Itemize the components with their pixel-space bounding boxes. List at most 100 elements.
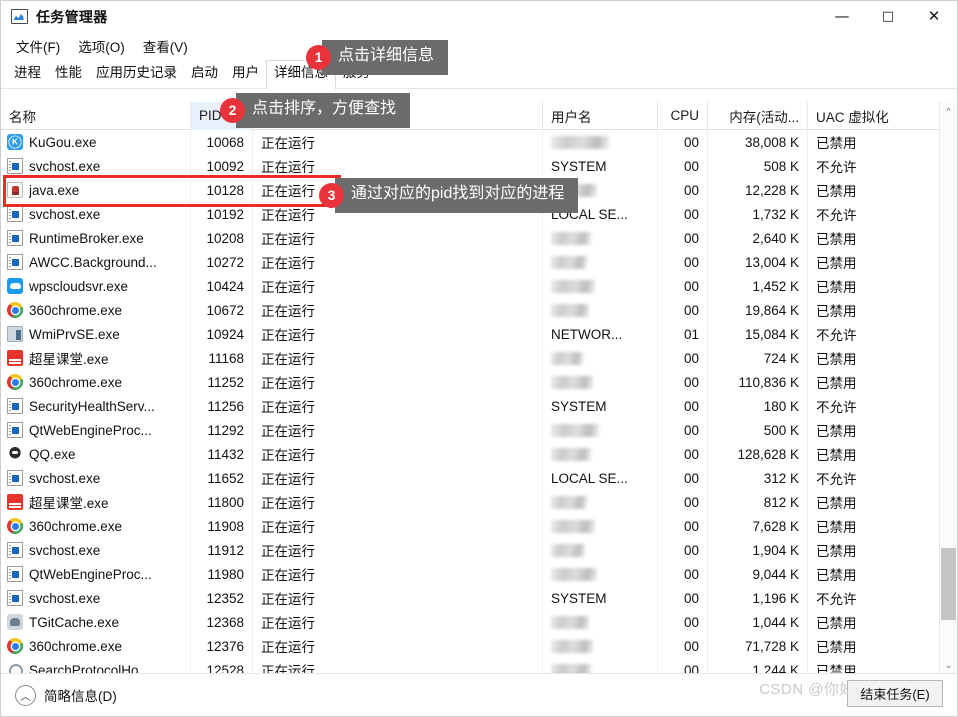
cell-pid: 11908 <box>191 514 253 538</box>
minimize-button[interactable]: — <box>819 1 865 32</box>
cell-memory: 1,044 K <box>708 610 808 634</box>
end-task-button[interactable]: 结束任务(E) <box>847 680 943 707</box>
cell-status: 正在运行 <box>253 514 543 538</box>
title-bar-left: 任务管理器 <box>1 7 108 27</box>
scroll-up-arrow-icon[interactable]: ^ <box>940 102 957 119</box>
process-name-label: QQ.exe <box>29 446 76 462</box>
title-bar: 任务管理器 — □ ✕ <box>1 1 957 32</box>
cell-process-name: TGitCache.exe <box>1 610 191 634</box>
tab-app-history[interactable]: 应用历史记录 <box>89 61 184 88</box>
scrollbar-thumb[interactable] <box>941 548 956 620</box>
cell-memory: 812 K <box>708 490 808 514</box>
cell-process-name: QtWebEngineProc... <box>1 562 191 586</box>
fewer-details-button[interactable]: ︿ 简略信息(D) <box>1 684 117 706</box>
table-row[interactable]: svchost.exe 10092 正在运行 SYSTEM 00 508 K 不允许 <box>1 154 957 178</box>
cell-process-name: 360chrome.exe <box>1 634 191 658</box>
cell-username <box>543 298 658 322</box>
cell-status: 正在运行 <box>253 418 543 442</box>
tab-startup[interactable]: 启动 <box>184 61 225 88</box>
cell-cpu: 00 <box>658 250 708 274</box>
vertical-scrollbar[interactable]: ^ ⌄ <box>939 102 956 674</box>
cell-memory: 508 K <box>708 154 808 178</box>
menu-item-view[interactable]: 查看(V) <box>136 33 195 59</box>
redacted-username <box>551 543 585 557</box>
cell-process-name: 超星课堂.exe <box>1 490 191 514</box>
annotation-1-badge: 1 <box>306 44 331 70</box>
column-header-memory[interactable]: 内存(活动... <box>708 102 808 130</box>
cell-username: SYSTEM <box>543 154 658 178</box>
cell-status: 正在运行 <box>253 562 543 586</box>
cell-memory: 2,640 K <box>708 226 808 250</box>
cell-memory: 1,452 K <box>708 274 808 298</box>
scroll-down-arrow-icon[interactable]: ⌄ <box>940 657 957 674</box>
table-row[interactable]: TGitCache.exe 12368 正在运行 00 1,044 K 已禁用 <box>1 610 957 634</box>
chevron-up-icon: ︿ <box>15 684 36 706</box>
cell-memory: 7,628 K <box>708 514 808 538</box>
cell-status: 正在运行 <box>253 250 543 274</box>
cell-status: 正在运行 <box>253 154 543 178</box>
tab-performance[interactable]: 性能 <box>48 61 89 88</box>
table-row[interactable]: svchost.exe 12352 正在运行 SYSTEM 00 1,196 K 不允许 <box>1 586 957 610</box>
column-header-cpu[interactable]: CPU <box>658 102 708 130</box>
cell-memory: 1,244 K <box>708 658 808 674</box>
cell-uac: 已禁用 <box>816 280 857 295</box>
table-row[interactable]: 360chrome.exe 11908 正在运行 00 7,628 K 已禁用 <box>1 514 957 538</box>
table-row[interactable]: AWCC.Background... 10272 正在运行 00 13,004 K 已禁用 <box>1 250 957 274</box>
cell-uac: 已禁用 <box>816 496 857 511</box>
column-header-name[interactable]: 名称 <box>1 102 191 130</box>
cell-cpu: 00 <box>658 370 708 394</box>
process-name-label: 360chrome.exe <box>29 374 123 390</box>
tab-users[interactable]: 用户 <box>225 61 266 88</box>
table-row[interactable]: 360chrome.exe 10672 正在运行 00 19,864 K 已禁用 <box>1 298 957 322</box>
redacted-username <box>551 519 595 533</box>
cell-cpu: 00 <box>658 346 708 370</box>
table-row[interactable]: 360chrome.exe 12376 正在运行 00 71,728 K 已禁用 <box>1 634 957 658</box>
menu-item-file[interactable]: 文件(F) <box>9 33 67 59</box>
cell-pid: 10924 <box>191 322 253 346</box>
process-name-label: KuGou.exe <box>29 134 97 150</box>
table-row[interactable]: wpscloudsvr.exe 10424 正在运行 00 1,452 K 已禁用 <box>1 274 957 298</box>
table-row[interactable]: svchost.exe 11652 正在运行 LOCAL SE... 00 312 K 不允… <box>1 466 957 490</box>
column-header-username[interactable]: 用户名 <box>543 102 658 130</box>
menu-item-options[interactable]: 选项(O) <box>71 33 132 59</box>
cell-process-name: wpscloudsvr.exe <box>1 274 191 298</box>
table-row[interactable]: RuntimeBroker.exe 10208 正在运行 00 2,640 K 已禁用 <box>1 226 957 250</box>
table-row[interactable]: QtWebEngineProc... 11292 正在运行 00 500 K 已禁用 <box>1 418 957 442</box>
wmi-icon <box>7 326 23 342</box>
table-row[interactable]: 360chrome.exe 11252 正在运行 00 110,836 K 已禁用 <box>1 370 957 394</box>
table-row[interactable]: 超星课堂.exe 11168 正在运行 00 724 K 已禁用 <box>1 346 957 370</box>
redacted-username <box>551 447 591 461</box>
table-row[interactable]: SecurityHealthServ... 11256 正在运行 SYSTEM 00 18… <box>1 394 957 418</box>
task-manager-window: 任务管理器 — □ ✕ 文件(F) 选项(O) 查看(V) 进程 性能 应用历史… <box>0 0 958 717</box>
process-name-label: QtWebEngineProc... <box>29 422 152 438</box>
column-header-uac[interactable]: UAC 虚拟化 <box>808 102 943 130</box>
cell-memory: 128,628 K <box>708 442 808 466</box>
table-row[interactable]: WmiPrvSE.exe 10924 正在运行 NETWOR... 01 15,084 K… <box>1 322 957 346</box>
table-row[interactable]: svchost.exe 11912 正在运行 00 1,904 K 已禁用 <box>1 538 957 562</box>
cell-pid: 12528 <box>191 658 253 674</box>
process-name-label: svchost.exe <box>29 542 101 558</box>
cell-cpu: 00 <box>658 466 708 490</box>
cell-uac: 已禁用 <box>816 520 857 535</box>
table-row[interactable]: 超星课堂.exe 11800 正在运行 00 812 K 已禁用 <box>1 490 957 514</box>
cell-process-name: SearchProtocolHo... <box>1 658 191 674</box>
cell-uac: 已禁用 <box>816 352 857 367</box>
table-row[interactable]: SearchProtocolHo... 12528 正在运行 00 1,244 K 已禁用 <box>1 658 957 674</box>
cell-cpu: 00 <box>658 394 708 418</box>
table-row[interactable]: QQ.exe 11432 正在运行 00 128,628 K 已禁用 <box>1 442 957 466</box>
cell-username <box>543 274 658 298</box>
maximize-button[interactable]: □ <box>865 1 911 32</box>
table-row[interactable]: QtWebEngineProc... 11980 正在运行 00 9,044 K 已禁用 <box>1 562 957 586</box>
close-button[interactable]: ✕ <box>911 1 957 32</box>
wps-icon <box>7 278 23 294</box>
redacted-username <box>551 279 595 293</box>
cell-pid: 11292 <box>191 418 253 442</box>
cell-pid: 11168 <box>191 346 253 370</box>
cell-cpu: 01 <box>658 322 708 346</box>
column-header-pid-label: PID <box>199 108 222 123</box>
chrome-icon <box>7 302 23 318</box>
process-name-label: wpscloudsvr.exe <box>29 278 129 294</box>
table-row[interactable]: KuGou.exe 10068正在运行 0038,008 K 已禁用 <box>1 130 957 154</box>
tab-processes[interactable]: 进程 <box>7 61 48 88</box>
process-name-label: AWCC.Background... <box>29 254 157 270</box>
